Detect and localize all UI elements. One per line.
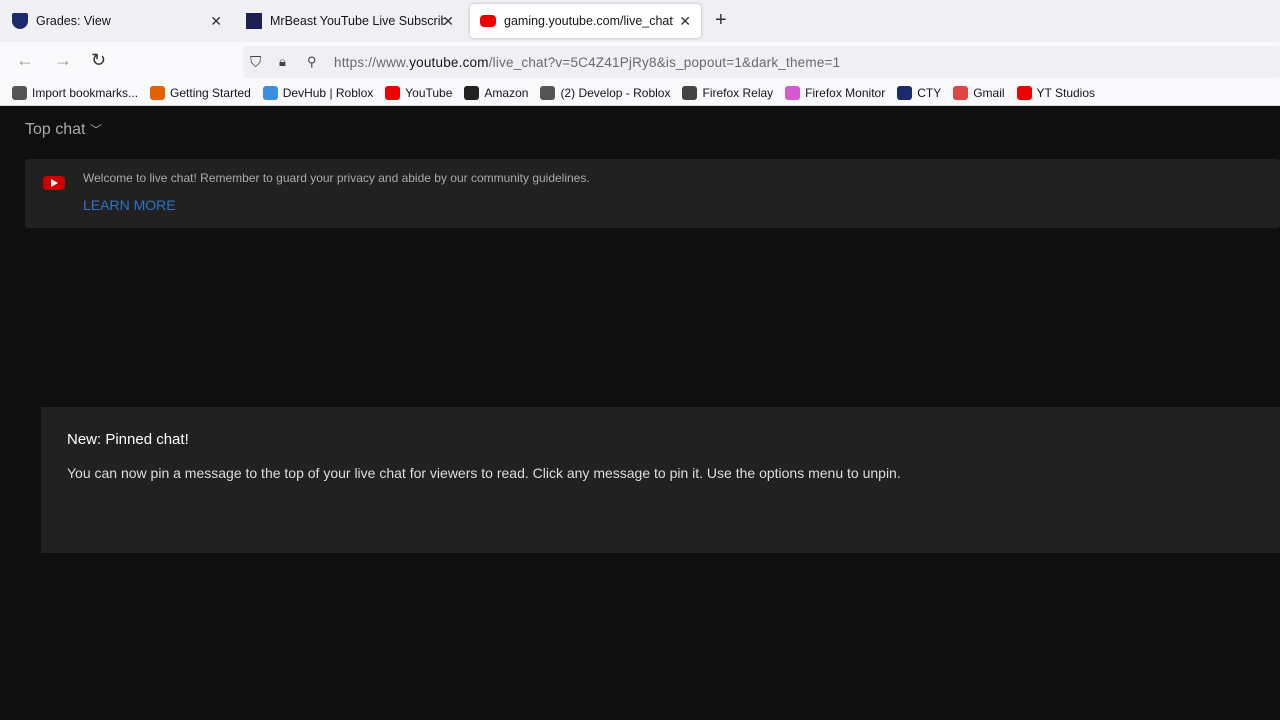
welcome-banner: Welcome to live chat! Remember to guard …: [25, 159, 1280, 228]
pinned-title: New: Pinned chat!: [67, 431, 189, 448]
chevron-down-icon: ﹀: [89, 122, 102, 137]
bookmark-label: Import bookmarks...: [32, 85, 139, 100]
bookmark-label: YouTube: [405, 85, 453, 100]
bookmark-label: Getting Started: [170, 85, 251, 100]
youtube-icon: [480, 15, 496, 27]
tab-title: gaming.youtube.com/live_chat?v=: [504, 14, 674, 28]
bookmark-item[interactable]: Firefox Monitor: [785, 85, 886, 100]
monitor-icon: [785, 85, 801, 100]
bookmark-item[interactable]: YT Studios: [1016, 85, 1096, 100]
bookmark-item[interactable]: Gmail: [953, 85, 1005, 100]
bookmark-item[interactable]: (2) Develop - Roblox: [540, 85, 671, 100]
bookmark-label: Amazon: [484, 85, 529, 100]
chat-mode-label: Top chat: [25, 120, 86, 138]
youtube-icon: [385, 85, 401, 100]
url-bar[interactable]: ⛉ 🔒︎ ⚲ https://www.youtube.com/live_chat…: [243, 46, 1280, 78]
tracking-shield-icon[interactable]: ⛉: [250, 54, 261, 71]
learn-more-link[interactable]: Learn more: [83, 197, 176, 213]
bookmark-label: Gmail: [973, 85, 1005, 100]
back-button[interactable]: ←: [16, 50, 34, 71]
permissions-icon[interactable]: ⚲: [307, 54, 317, 70]
youtube-icon: [1016, 85, 1032, 100]
url-path: /live_chat?v=5C4Z41PjRy8&is_popout=1&dar…: [488, 54, 841, 70]
bookmark-item[interactable]: YouTube: [385, 85, 453, 100]
devhub-icon: [262, 85, 278, 100]
bookmark-label: YT Studios: [1036, 85, 1096, 100]
shield-icon: [897, 85, 913, 100]
forward-button[interactable]: →: [54, 50, 72, 71]
bookmark-label: (2) Develop - Roblox: [560, 85, 671, 100]
firefox-icon: [150, 85, 166, 100]
pinned-chat-notice: New: Pinned chat! You can now pin a mess…: [41, 407, 1280, 553]
chat-mode-dropdown[interactable]: Top chat ﹀: [25, 121, 102, 139]
bookmark-item[interactable]: DevHub | Roblox: [262, 85, 374, 100]
chat-header: Top chat ﹀: [0, 106, 1280, 153]
bookmark-label: Firefox Monitor: [805, 85, 886, 100]
welcome-message: Welcome to live chat! Remember to guard …: [83, 171, 590, 185]
roblox-icon: [540, 85, 556, 100]
bookmark-item[interactable]: CTY: [897, 85, 942, 100]
url-host: youtube.com: [409, 54, 489, 70]
globe-icon: [682, 85, 698, 100]
bookmark-item[interactable]: Import bookmarks...: [12, 85, 139, 100]
bookmark-item[interactable]: Firefox Relay: [682, 85, 774, 100]
new-tab-button[interactable]: +: [715, 9, 727, 32]
bookmark-label: CTY: [917, 85, 942, 100]
shield-icon: [12, 13, 28, 29]
close-icon[interactable]: ✕: [210, 13, 222, 30]
chart-icon: [246, 13, 262, 29]
amazon-icon: [464, 85, 480, 100]
lock-icon[interactable]: 🔒︎: [279, 54, 286, 70]
close-icon[interactable]: ✕: [442, 13, 454, 30]
bookmarks-bar: Import bookmarks... Getting Started DevHub…: [0, 80, 1280, 106]
url-text[interactable]: https://www.youtube.com/live_chat?v=5C4Z…: [334, 55, 840, 70]
close-icon[interactable]: ✕: [679, 13, 691, 30]
bookmark-label: Firefox Relay: [702, 85, 774, 100]
bookmark-label: DevHub | Roblox: [282, 85, 374, 100]
tab-bar: Grades: View ✕ MrBeast YouTube Live Subs…: [0, 0, 1280, 42]
url-prefix: https://www.: [334, 54, 410, 70]
tab-mrbeast[interactable]: MrBeast YouTube Live Subscriber ✕: [236, 4, 464, 38]
bookmark-item[interactable]: Getting Started: [150, 85, 251, 100]
nav-bar: ← → ↻ ⛉ 🔒︎ ⚲ https://www.youtube.com/liv…: [0, 42, 1280, 80]
tab-title: MrBeast YouTube Live Subscriber: [270, 14, 445, 28]
import-icon: [12, 85, 27, 100]
gmail-icon: [953, 85, 969, 100]
tab-live-chat[interactable]: gaming.youtube.com/live_chat?v= ✕: [470, 4, 701, 38]
bookmark-item[interactable]: Amazon: [464, 85, 529, 100]
tab-title: Grades: View: [36, 14, 111, 28]
tab-grades[interactable]: Grades: View ✕: [2, 4, 232, 38]
reload-button[interactable]: ↻: [91, 50, 106, 71]
pinned-text: You can now pin a message to the top of …: [67, 465, 901, 481]
youtube-icon: [43, 176, 65, 190]
